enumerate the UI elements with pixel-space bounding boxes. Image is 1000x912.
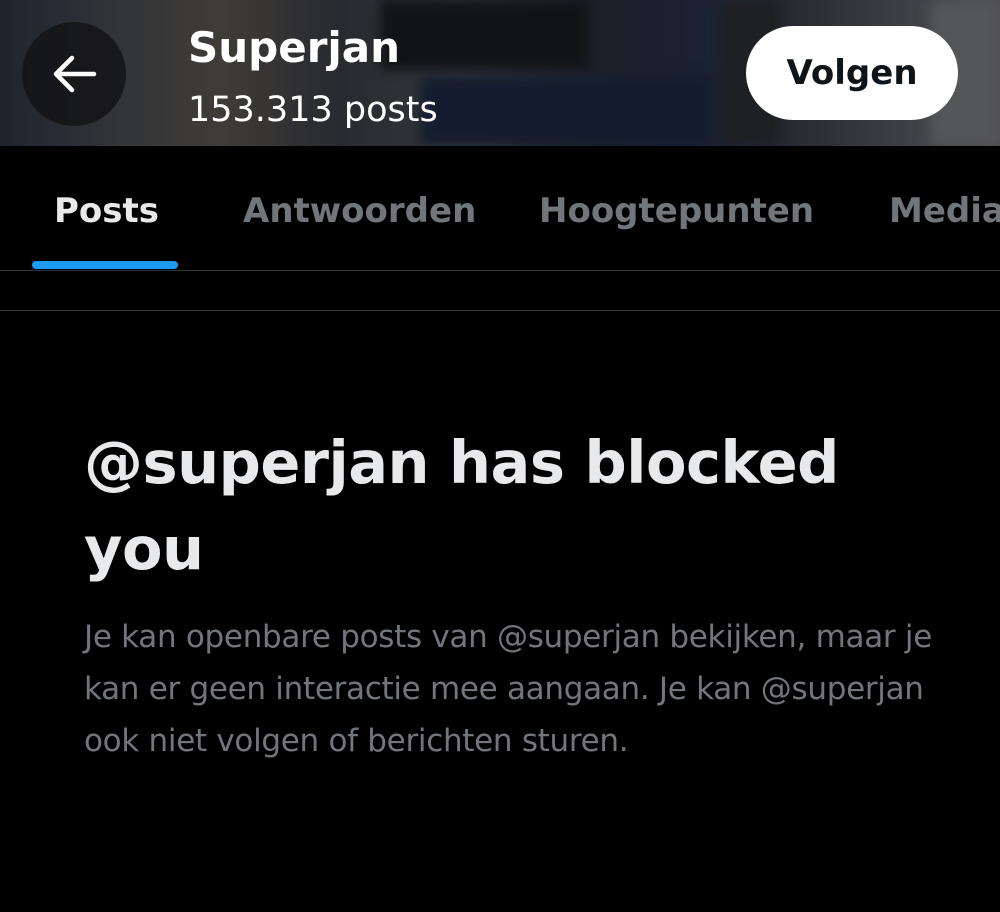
tab-hoogtepunten[interactable]: Hoogtepunten <box>539 190 814 232</box>
tab-media[interactable]: Media <box>889 190 1000 232</box>
profile-name: Superjan <box>188 23 401 72</box>
active-tab-indicator <box>32 261 178 269</box>
arrow-left-icon <box>50 54 98 94</box>
profile-header: Superjan 153.313 posts Volgen <box>0 0 1000 146</box>
profile-page: Superjan 153.313 posts Volgen Posts Antw… <box>0 0 1000 912</box>
divider <box>0 310 1000 311</box>
tab-posts[interactable]: Posts <box>54 190 159 232</box>
follow-button[interactable]: Volgen <box>746 26 958 120</box>
back-button[interactable] <box>22 22 126 126</box>
blocked-title: @superjan has blocked you <box>84 428 839 583</box>
blocked-description: Je kan openbare posts van @superjan beki… <box>84 619 932 759</box>
post-count: 153.313 posts <box>188 90 438 130</box>
profile-tabs: Posts Antwoorden Hoogtepunten Media <box>0 146 1000 271</box>
tab-antwoorden[interactable]: Antwoorden <box>243 190 476 232</box>
